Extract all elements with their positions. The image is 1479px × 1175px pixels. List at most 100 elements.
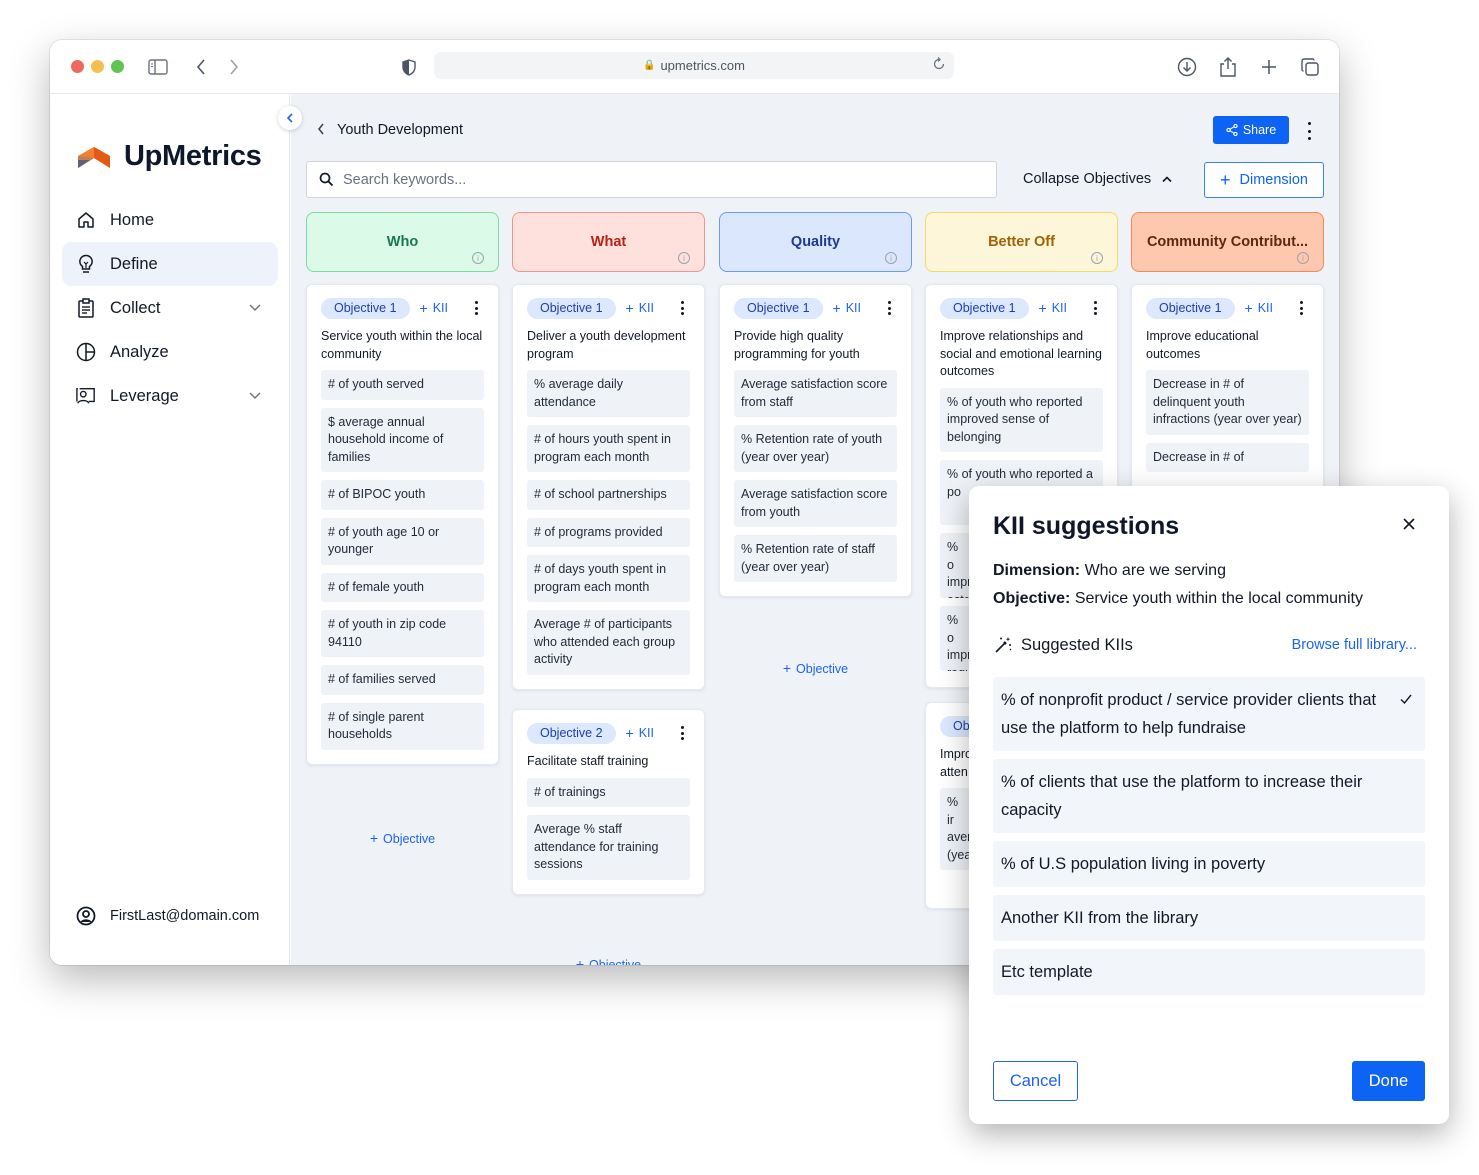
info-icon[interactable]: i (1297, 252, 1309, 264)
sidebar-toggle-icon[interactable] (146, 55, 170, 79)
dimension-header-what[interactable]: What i (512, 212, 705, 272)
kii-item[interactable]: # of days youth spent in program each mo… (527, 555, 690, 602)
objective-menu-icon[interactable] (1297, 301, 1305, 315)
tabs-overview-icon[interactable] (1298, 55, 1322, 79)
address-bar[interactable]: 🔒 upmetrics.com (434, 52, 954, 79)
privacy-shield-icon[interactable] (397, 55, 421, 79)
sidebar-item-collect[interactable]: Collect (62, 286, 278, 330)
add-kii-button[interactable]: + KII (1039, 300, 1067, 316)
sidebar-item-analyze[interactable]: Analyze (62, 330, 278, 374)
objective-menu-icon[interactable] (678, 726, 686, 740)
info-icon[interactable]: i (1091, 252, 1103, 264)
objective-pill[interactable]: Objective 2 (527, 722, 616, 744)
kii-item[interactable]: # of BIPOC youth (321, 480, 484, 510)
kii-item[interactable]: % o impr regu (940, 606, 970, 671)
objective-menu-icon[interactable] (678, 301, 686, 315)
collapse-sidebar-button[interactable] (278, 106, 302, 130)
done-button[interactable]: Done (1352, 1061, 1425, 1101)
back-icon[interactable] (189, 55, 213, 79)
objective-pill[interactable]: Objective 1 (527, 297, 616, 319)
suggestion-item[interactable]: Another KII from the library (993, 895, 1425, 941)
suggestion-item-selected[interactable]: % of nonprofit product / service provide… (993, 677, 1425, 751)
kii-item[interactable]: # of families served (321, 665, 484, 695)
add-objective-button[interactable]: + Objective (719, 660, 912, 676)
browse-library-link[interactable]: Browse full library... (1292, 637, 1417, 653)
forward-icon[interactable] (222, 55, 246, 79)
add-dimension-button[interactable]: + Dimension (1204, 162, 1324, 198)
add-kii-label: KII (432, 301, 449, 315)
minimize-window-button[interactable] (91, 60, 104, 73)
kii-item[interactable]: $ average annual household income of fam… (321, 407, 484, 472)
objective-pill[interactable]: Objective 1 (940, 297, 1029, 319)
maximize-window-button[interactable] (111, 60, 124, 73)
kii-item[interactable]: % o impr este (940, 533, 970, 598)
download-icon[interactable] (1175, 55, 1199, 79)
info-icon[interactable]: i (472, 252, 484, 264)
dimension-header-who[interactable]: Who i (306, 212, 499, 272)
kii-item[interactable]: # of hours youth spent in program each m… (527, 425, 690, 472)
sidebar-item-leverage[interactable]: Leverage (62, 374, 278, 418)
objective-menu-icon[interactable] (885, 301, 893, 315)
kii-item[interactable]: Average satisfaction score from staff (734, 370, 897, 417)
objective-pill[interactable]: Objective 1 (321, 297, 410, 319)
objective-pill[interactable]: Objective 1 (1146, 297, 1235, 319)
dimension-header-community-contribution[interactable]: Community Contribut... i (1131, 212, 1324, 272)
cancel-button[interactable]: Cancel (993, 1061, 1078, 1101)
kii-item[interactable]: # of youth in zip code 94110 (321, 610, 484, 657)
kii-item[interactable]: % ir aver (yea (940, 788, 970, 870)
logo[interactable]: UpMetrics (78, 140, 262, 173)
search-input[interactable]: Search keywords... (306, 161, 997, 198)
kii-item[interactable]: # of youth served (321, 370, 484, 400)
new-tab-icon[interactable] (1257, 55, 1281, 79)
dimension-header-quality[interactable]: Quality i (719, 212, 912, 272)
add-objective-button[interactable]: + Objective (306, 830, 499, 846)
user-account[interactable]: FirstLast@domain.com (76, 906, 259, 926)
dimension-header-better-off[interactable]: Better Off i (925, 212, 1118, 272)
kii-item[interactable]: % Retention rate of staff (year over yea… (734, 535, 897, 582)
add-kii-button[interactable]: + KII (833, 300, 861, 316)
kii-item[interactable]: # of female youth (321, 572, 484, 602)
kii-item[interactable]: # of trainings (527, 777, 690, 807)
close-icon[interactable] (1401, 516, 1417, 532)
more-options-icon[interactable] (1303, 120, 1315, 142)
kii-item[interactable]: % average daily attendance (527, 370, 690, 417)
kii-item[interactable]: Decrease in # of delinquent youth infrac… (1146, 370, 1309, 435)
close-window-button[interactable] (71, 60, 84, 73)
kii-item[interactable]: # of programs provided (527, 517, 690, 547)
chevron-down-icon[interactable] (248, 300, 262, 314)
kii-item[interactable]: % Retention rate of youth (year over yea… (734, 425, 897, 472)
info-icon[interactable]: i (678, 252, 690, 264)
kii-item[interactable]: % of youth who reported improved sense o… (940, 387, 1103, 452)
share-sheet-icon[interactable] (1216, 55, 1240, 79)
add-kii-button[interactable]: + KII (626, 725, 654, 741)
add-kii-button[interactable]: + KII (626, 300, 654, 316)
suggestion-item[interactable]: % of clients that use the platform to in… (993, 759, 1425, 833)
objective-menu-icon[interactable] (472, 301, 480, 315)
chevron-down-icon[interactable] (248, 388, 262, 402)
kii-item[interactable]: Average satisfaction score from youth (734, 480, 897, 527)
kii-item[interactable]: Average # of participants who attended e… (527, 610, 690, 675)
objective-pill[interactable]: Objective 1 (734, 297, 823, 319)
share-button[interactable]: Share (1213, 116, 1289, 144)
add-kii-button[interactable]: + KII (420, 300, 448, 316)
suggestion-item[interactable]: % of U.S population living in poverty (993, 841, 1425, 887)
breadcrumb[interactable]: Youth Development (317, 122, 463, 138)
objective-title: Facilitate staff training (527, 754, 649, 768)
sidebar-item-home[interactable]: Home (62, 198, 278, 242)
kii-item[interactable]: # of school partnerships (527, 480, 690, 510)
objective-menu-icon[interactable] (1091, 301, 1099, 315)
kii-item[interactable]: # of youth age 10 or younger (321, 517, 484, 565)
back-arrow-icon[interactable] (317, 123, 325, 138)
kii-item[interactable]: Average % staff attendance for training … (527, 815, 690, 880)
reload-icon[interactable] (932, 57, 948, 73)
collapse-objectives-toggle[interactable]: Collapse Objectives (1023, 171, 1173, 187)
suggestion-item[interactable]: Etc template (993, 949, 1425, 995)
info-icon[interactable]: i (885, 252, 897, 264)
sidebar-item-define[interactable]: Define (62, 242, 278, 286)
kii-item[interactable]: # of single parent households (321, 702, 484, 750)
share-icon (1226, 124, 1238, 136)
add-kii-button[interactable]: + KII (1245, 300, 1273, 316)
add-objective-button[interactable]: + Objective (512, 956, 705, 965)
kii-item[interactable]: Decrease in # of (1146, 442, 1309, 472)
checkmark-icon (1399, 687, 1413, 705)
